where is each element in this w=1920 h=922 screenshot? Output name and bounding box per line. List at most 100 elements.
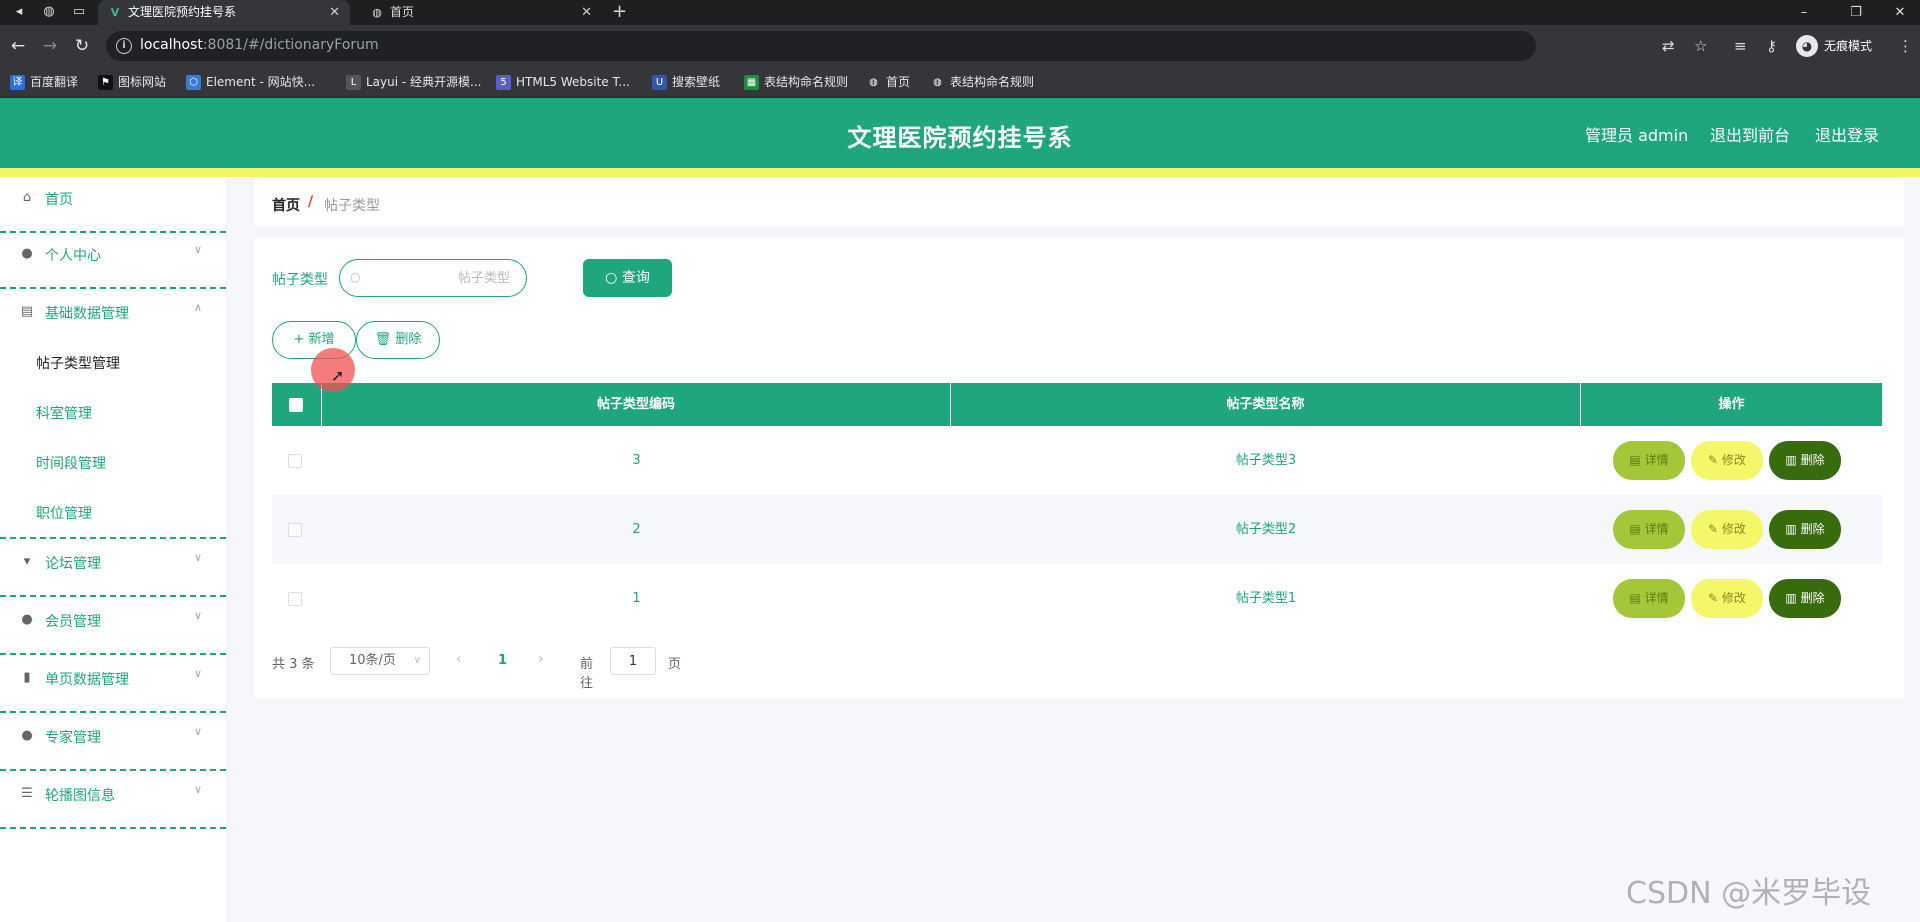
list-icon: ☰: [21, 786, 33, 801]
edit-label: 修改: [1721, 591, 1746, 605]
chevron-down-icon: ∨: [194, 609, 203, 622]
header-stripe: [0, 168, 1920, 177]
cell-name: 帖子类型2: [1235, 522, 1297, 537]
delete-button[interactable]: ▥ 删除: [1769, 510, 1841, 549]
detail-button[interactable]: ▤ 详情: [1613, 510, 1685, 549]
column-header[interactable]: 帖子类型名称: [951, 383, 1581, 426]
bookmark-item[interactable]: U 搜索壁纸: [652, 74, 720, 90]
prev-page-icon[interactable]: ‹: [456, 651, 462, 667]
element-logo-icon: ⬡: [186, 75, 201, 90]
submenu-label: 时间段管理: [36, 456, 106, 472]
bookmark-item[interactable]: ⬡ Element - 网站快...: [186, 74, 315, 90]
bookmark-item[interactable]: ◍ 首页: [866, 74, 910, 90]
bookmark-label: 图标网站: [118, 75, 167, 89]
window-icon[interactable]: ▭: [66, 2, 92, 22]
sidebar-item-member[interactable]: ● 会员管理 ∨: [0, 599, 226, 655]
sidebar-item-label: 首页: [45, 192, 73, 208]
bookmark-item[interactable]: ▦ 表结构命名规则: [744, 74, 848, 90]
clipboard-icon: ▤: [20, 304, 34, 319]
chevron-down-icon: ∨: [194, 243, 203, 256]
delete-label: 删除: [1800, 453, 1825, 467]
translate-icon[interactable]: ⇄: [1662, 37, 1675, 55]
info-icon[interactable]: i: [116, 38, 132, 54]
document-icon: ▤: [1629, 591, 1645, 605]
sidebar-item-forum[interactable]: ▾ 论坛管理 ∨: [0, 541, 226, 597]
restore-icon[interactable]: ❐: [1836, 0, 1876, 25]
browser-tab-active[interactable]: V 文理医院预约挂号系 ✕: [98, 0, 350, 25]
key-icon[interactable]: ⚷: [1766, 37, 1777, 55]
chevron-down-icon: ∨: [194, 725, 203, 738]
back-icon[interactable]: ←: [8, 36, 28, 56]
submenu-item-department[interactable]: 科室管理: [0, 389, 226, 439]
globe-icon[interactable]: ◍: [36, 2, 62, 22]
select-all-checkbox[interactable]: [289, 398, 303, 412]
url-field[interactable]: i localhost:8081/#/dictionaryForum: [106, 31, 1536, 61]
bookmark-label: 百度翻译: [30, 75, 79, 89]
search-input[interactable]: [370, 269, 510, 287]
mouse-cursor-icon: ➚: [331, 366, 345, 385]
search-icon: ○: [350, 270, 361, 284]
sidebar-item-home[interactable]: ⌂ 首页: [0, 177, 226, 233]
submenu-item-post-type[interactable]: 帖子类型管理: [0, 339, 226, 389]
trash-icon: ▥: [1785, 591, 1801, 605]
delete-button[interactable]: ▥ 删除: [1769, 441, 1841, 480]
new-tab-icon[interactable]: +: [612, 0, 627, 24]
pencil-icon: ✎: [1708, 522, 1722, 536]
forward-icon[interactable]: →: [40, 36, 60, 56]
submenu-item-time-slot[interactable]: 时间段管理: [0, 439, 226, 489]
row-checkbox[interactable]: [288, 592, 302, 606]
batch-delete-button[interactable]: 🗑 删除: [356, 321, 440, 359]
query-button[interactable]: ○ 查询: [583, 259, 672, 297]
breadcrumb-home[interactable]: 首页: [272, 195, 300, 215]
admin-user-label[interactable]: 管理员 admin: [1585, 122, 1688, 146]
edit-button[interactable]: ✎ 修改: [1691, 579, 1763, 618]
window-close-icon[interactable]: ✕: [1880, 0, 1920, 25]
cell-code: 3: [632, 453, 641, 468]
exit-to-front-link[interactable]: 退出到前台: [1710, 122, 1790, 146]
bookmark-item[interactable]: ◍ 表结构命名规则: [930, 74, 1034, 90]
column-header[interactable]: 帖子类型编码: [322, 383, 951, 426]
expert-icon: ●: [21, 728, 33, 743]
trash-icon: ▥: [1785, 522, 1801, 536]
next-page-icon[interactable]: ›: [538, 651, 544, 667]
watermark: CSDN @米罗毕设: [1626, 876, 1872, 911]
logout-link[interactable]: 退出登录: [1815, 122, 1879, 146]
row-checkbox[interactable]: [288, 523, 302, 537]
detail-button[interactable]: ▤ 详情: [1613, 579, 1685, 618]
incognito-profile[interactable]: ◕ 无痕模式: [1796, 34, 1872, 58]
goto-page-input[interactable]: [610, 647, 656, 675]
bookmark-item[interactable]: 5 HTML5 Website T...: [496, 74, 630, 90]
sidebar-item-carousel[interactable]: ☰ 轮播图信息 ∨: [0, 773, 226, 829]
delete-button[interactable]: ▥ 删除: [1769, 579, 1841, 618]
breadcrumb-separator: /: [308, 194, 314, 210]
menu-kebab-icon[interactable]: ⋮: [1898, 37, 1913, 55]
home-icon: ⌂: [22, 190, 32, 205]
sidebar-item-single-page[interactable]: ▮ 单页数据管理 ∨: [0, 657, 226, 713]
edit-button[interactable]: ✎ 修改: [1691, 510, 1763, 549]
reading-list-icon[interactable]: ≡: [1734, 37, 1747, 55]
star-icon[interactable]: ☆: [1694, 37, 1707, 55]
forum-icon: ▾: [23, 554, 31, 569]
reload-icon[interactable]: ↻: [72, 36, 92, 56]
sidebar-item-label: 轮播图信息: [45, 788, 115, 804]
bookmark-item[interactable]: L Layui - 经典开源模...: [346, 74, 481, 90]
url-host: localhost: [140, 37, 203, 53]
sidebar-item-expert[interactable]: ● 专家管理 ∨: [0, 715, 226, 771]
edit-button[interactable]: ✎ 修改: [1691, 441, 1763, 480]
sidebar-item-personal-center[interactable]: ● 个人中心 ∨: [0, 233, 226, 289]
minimize-icon[interactable]: –: [1784, 0, 1824, 25]
detail-button[interactable]: ▤ 详情: [1613, 441, 1685, 480]
browser-tab[interactable]: ◍ 首页 ✕: [360, 0, 602, 25]
bookmarks-bar: 译百度翻译 ⚑ 图标网站 ⬡ Element - 网站快... L Layui - 经…: [0, 67, 1920, 98]
close-icon[interactable]: ✕: [329, 0, 340, 25]
page-size-select[interactable]: 10条/页 ∨: [330, 647, 430, 675]
sidebar: ⌂ 首页 ● 个人中心 ∨ ▤ 基础数据管理 ∧ 帖子类型管理 科室管理 时间段…: [0, 177, 226, 922]
row-checkbox[interactable]: [288, 454, 302, 468]
submenu-item-position[interactable]: 职位管理: [0, 489, 226, 539]
bookmark-item[interactable]: ⚑ 图标网站: [98, 74, 166, 90]
page-number-current[interactable]: 1: [498, 653, 507, 668]
audio-icon[interactable]: ◂: [6, 2, 32, 22]
close-icon[interactable]: ✕: [581, 0, 592, 25]
pencil-icon: ✎: [1708, 591, 1722, 605]
bookmark-item[interactable]: 译百度翻译: [10, 74, 78, 90]
